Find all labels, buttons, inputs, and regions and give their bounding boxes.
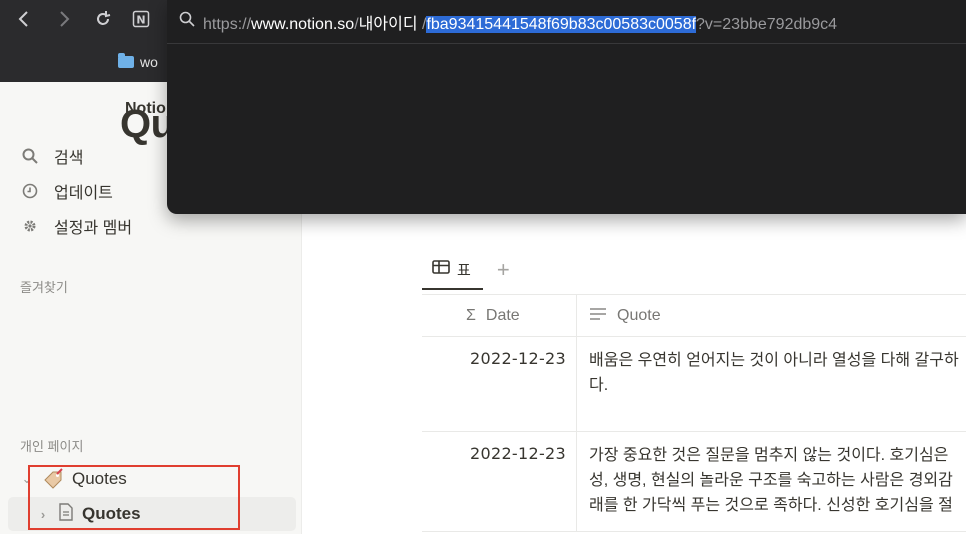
- clock-icon: [20, 183, 40, 199]
- tab-table-view[interactable]: 표: [422, 250, 483, 290]
- text-lines-icon: [589, 307, 607, 326]
- bookmark-label: wo: [140, 54, 158, 70]
- url-scheme: https://: [203, 15, 252, 33]
- sidebar-item-search[interactable]: 검색: [20, 144, 83, 168]
- view-tab-label: 표: [457, 261, 471, 279]
- url-query: ?v=23bbe792db9c4: [696, 15, 838, 33]
- column-header-label: Quote: [617, 307, 661, 324]
- quote-cell[interactable]: 배움은 우연히 얻어지는 것이 아니라 열성을 다해 갈구하 다.: [577, 337, 966, 431]
- column-header-label: Date: [485, 307, 520, 324]
- tag-icon: [42, 468, 64, 490]
- address-bar-dropdown: https://www.notion.so/내아이디 /fba934154415…: [167, 0, 966, 214]
- url-selected-id: fba93415441548f69b83c00583c0058f: [426, 15, 697, 33]
- sidebar-page-quotes[interactable]: ⌄ Quotes: [20, 465, 127, 493]
- view-tabs: 표 +: [422, 250, 510, 290]
- table-row[interactable]: 2022-12-23 배움은 우연히 얻어지는 것이 아니라 열성을 다해 갈구…: [422, 337, 966, 432]
- formula-icon: Σ: [466, 307, 476, 324]
- table-header: Σ Date Quote: [422, 295, 966, 337]
- date-cell[interactable]: 2022-12-23: [422, 337, 577, 431]
- favorites-section-label: 즐겨찾기: [20, 280, 68, 295]
- svg-text:N: N: [136, 14, 145, 27]
- sidebar-page-label: Quotes: [82, 504, 141, 523]
- sidebar-page-quotes-child[interactable]: › Quotes: [8, 497, 296, 531]
- date-cell[interactable]: 2022-12-23: [422, 432, 577, 531]
- address-bar[interactable]: https://www.notion.so/내아이디 /fba934154415…: [167, 0, 966, 44]
- page-icon: [58, 502, 74, 526]
- private-section-label: 개인 페이지: [20, 439, 84, 454]
- sidebar-item-label: 검색: [54, 150, 84, 167]
- sidebar-item-label: 업데이트: [54, 185, 113, 202]
- bookmark-folder[interactable]: wo: [118, 52, 158, 72]
- table-icon: [432, 260, 450, 278]
- chevron-down-icon[interactable]: ⌄: [20, 471, 34, 487]
- column-header-date[interactable]: Σ Date: [422, 295, 577, 337]
- url-text[interactable]: https://www.notion.so/내아이디 /fba934154415…: [203, 10, 837, 34]
- gear-icon: [20, 218, 40, 234]
- screen: N wo Notio 검색 업데이트 설정과 멤버 즐겨찾기 개인 페이지 ⌄ …: [0, 0, 966, 534]
- quote-cell[interactable]: 가장 중요한 것은 질문을 멈추지 않는 것이다. 호기심은 성, 생명, 현실…: [577, 432, 966, 531]
- database-table: Σ Date Quote 2022-12-23 배움은 우연히 얻어지는 것이 …: [422, 294, 966, 532]
- sidebar-item-settings[interactable]: 설정과 멤버: [20, 214, 132, 238]
- folder-icon: [118, 53, 134, 68]
- url-host: www.notion.so: [251, 15, 355, 33]
- reload-icon[interactable]: [92, 8, 114, 30]
- search-icon: [20, 148, 40, 164]
- table-row[interactable]: 2022-12-23 가장 중요한 것은 질문을 멈추지 않는 것이다. 호기심…: [422, 432, 966, 532]
- notion-tab-icon[interactable]: N: [130, 8, 152, 30]
- url-path: 내아이디: [358, 15, 418, 33]
- search-icon: [179, 11, 195, 32]
- add-view-button[interactable]: +: [497, 259, 510, 281]
- chevron-right-icon[interactable]: ›: [36, 507, 50, 522]
- column-header-quote[interactable]: Quote: [577, 295, 966, 337]
- sidebar-page-label: Quotes: [72, 469, 127, 488]
- sidebar-item-updates[interactable]: 업데이트: [20, 179, 113, 203]
- forward-icon[interactable]: [54, 8, 76, 30]
- sidebar-item-label: 설정과 멤버: [54, 220, 133, 237]
- back-icon[interactable]: [12, 8, 34, 30]
